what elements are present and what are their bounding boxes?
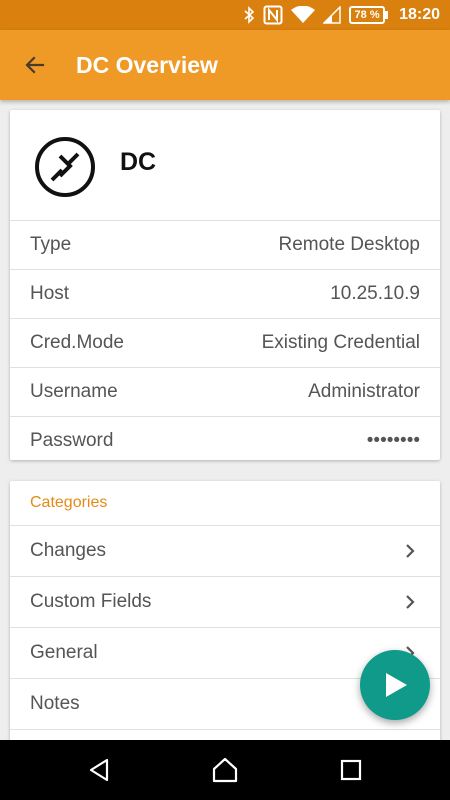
page-title: DC Overview [76, 52, 218, 78]
bluetooth-icon [244, 6, 255, 24]
system-nav-bar [0, 740, 450, 800]
status-time: 18:20 [399, 6, 440, 23]
property-row-username: Username Administrator [10, 368, 440, 417]
battery-icon: 78 % [349, 6, 389, 24]
property-label: Host [30, 283, 70, 304]
category-item-custom-fields[interactable]: Custom Fields [10, 577, 440, 628]
category-label: Changes [30, 540, 107, 561]
entry-name: DC [120, 148, 157, 176]
property-value: Administrator [308, 381, 420, 402]
nav-recents-button[interactable] [336, 755, 366, 785]
entry-header: DC [10, 110, 440, 221]
status-bar: 78 % 18:20 [0, 0, 450, 30]
category-label: Custom Fields [30, 591, 152, 612]
nav-back-button[interactable] [84, 755, 114, 785]
category-label: General [30, 642, 98, 663]
back-triangle-icon [89, 758, 109, 782]
categories-title: Categories [10, 481, 440, 526]
property-label: Cred.Mode [30, 332, 124, 353]
nav-home-button[interactable] [210, 755, 240, 785]
property-value: Existing Credential [261, 332, 420, 353]
remote-desktop-icon [35, 137, 95, 197]
nfc-icon [263, 5, 283, 25]
category-item-changes[interactable]: Changes [10, 526, 440, 577]
property-value: 10.25.10.9 [330, 283, 420, 304]
category-label: Notes [30, 693, 80, 714]
password-masked-value[interactable]: •••••••• [367, 430, 420, 452]
property-label: Password [30, 430, 114, 451]
play-icon [386, 673, 407, 697]
wifi-icon [291, 6, 316, 23]
property-label: Username [30, 381, 118, 402]
chevron-right-icon [406, 595, 415, 609]
connect-fab-button[interactable] [360, 650, 430, 720]
home-icon [212, 757, 238, 783]
arrow-left-icon [25, 56, 45, 74]
categories-card: Categories Changes Custom Fields General… [10, 481, 440, 761]
chevron-right-icon [406, 544, 415, 558]
property-row-type: Type Remote Desktop [10, 221, 440, 270]
status-icons: 78 % 18:20 [243, 0, 440, 30]
property-value: Remote Desktop [278, 234, 420, 255]
property-row-password[interactable]: Password •••••••• [10, 417, 440, 465]
recents-icon [340, 759, 362, 781]
app-bar: DC Overview [0, 30, 450, 100]
entry-details-card: DC Type Remote Desktop Host 10.25.10.9 C… [10, 110, 440, 460]
property-row-host: Host 10.25.10.9 [10, 270, 440, 319]
signal-icon [323, 6, 341, 24]
property-label: Type [30, 234, 72, 255]
back-button[interactable] [14, 44, 56, 86]
property-row-cred-mode: Cred.Mode Existing Credential [10, 319, 440, 368]
